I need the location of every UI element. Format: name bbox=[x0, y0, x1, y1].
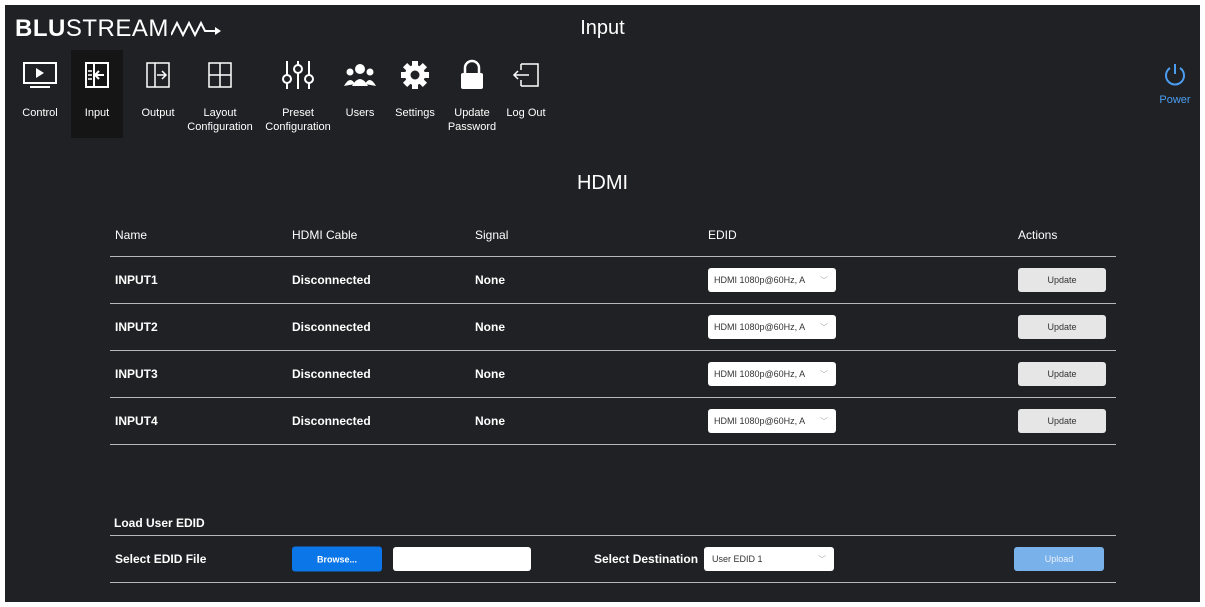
layout-grid-icon bbox=[207, 50, 233, 100]
upload-button[interactable]: Upload bbox=[1014, 547, 1104, 571]
power-button[interactable]: Power bbox=[1155, 62, 1195, 106]
column-header-signal: Signal bbox=[470, 213, 703, 257]
nav-label: Preset Configuration bbox=[265, 107, 331, 133]
destination-select[interactable]: User EDID 1 ﹀ bbox=[704, 547, 834, 571]
hdmi-cable-status: Disconnected bbox=[287, 256, 470, 304]
signal-status: None bbox=[470, 256, 703, 304]
update-button[interactable]: Update bbox=[1018, 268, 1106, 292]
nav-label: Log Out bbox=[506, 107, 546, 119]
hdmi-cable-status: Disconnected bbox=[287, 350, 470, 398]
power-label: Power bbox=[1159, 94, 1191, 106]
table-header-row: Name HDMI Cable Signal EDID Actions bbox=[110, 213, 1116, 257]
nav-item-input[interactable]: Input bbox=[71, 50, 123, 138]
lock-icon bbox=[459, 50, 485, 100]
load-edid-row: Select EDID File Browse... Select Destin… bbox=[110, 536, 1116, 582]
column-header-hdmi-cable: HDMI Cable bbox=[287, 213, 470, 257]
divider bbox=[110, 582, 1116, 583]
input-icon bbox=[84, 50, 110, 100]
table-row: INPUT1 Disconnected None HDMI 1080p@60Hz… bbox=[110, 256, 1116, 304]
signal-status: None bbox=[470, 303, 703, 351]
update-button[interactable]: Update bbox=[1018, 409, 1106, 433]
chevron-down-icon: ﹀ bbox=[820, 276, 828, 285]
sliders-icon bbox=[281, 50, 315, 100]
hdmi-input-table: Name HDMI Cable Signal EDID Actions INPU… bbox=[110, 213, 1116, 445]
update-button[interactable]: Update bbox=[1018, 315, 1106, 339]
hdmi-cable-status: Disconnected bbox=[287, 303, 470, 351]
load-user-edid-title: Load User EDID bbox=[114, 516, 205, 530]
power-icon bbox=[1165, 64, 1185, 86]
chevron-down-icon: ﹀ bbox=[820, 417, 828, 426]
chevron-down-icon: ﹀ bbox=[818, 555, 826, 564]
nav-item-preset-configuration[interactable]: Preset Configuration bbox=[263, 50, 333, 138]
column-header-name: Name bbox=[110, 213, 287, 257]
edid-select[interactable]: HDMI 1080p@60Hz, A ﹀ bbox=[708, 409, 836, 433]
edid-select[interactable]: HDMI 1080p@60Hz, A ﹀ bbox=[708, 315, 836, 339]
nav-item-control[interactable]: Control bbox=[15, 50, 65, 138]
edid-select[interactable]: HDMI 1080p@60Hz, A ﹀ bbox=[708, 362, 836, 386]
nav-label: Update Password bbox=[447, 107, 497, 133]
select-destination-label: Select Destination bbox=[594, 552, 699, 566]
input-name: INPUT3 bbox=[110, 350, 287, 398]
table-row: INPUT4 Disconnected None HDMI 1080p@60Hz… bbox=[110, 397, 1116, 445]
edid-file-field[interactable] bbox=[393, 547, 531, 571]
browse-button[interactable]: Browse... bbox=[292, 546, 382, 572]
section-title: HDMI bbox=[576, 172, 629, 194]
app-window: BLU STREAM Input Control Input Output La… bbox=[5, 5, 1200, 602]
nav-item-update-password[interactable]: Update Password bbox=[446, 50, 498, 138]
nav-label: Settings bbox=[395, 107, 435, 119]
nav-label: Output bbox=[141, 107, 175, 119]
nav-label: Layout Configuration bbox=[187, 107, 253, 133]
edid-select[interactable]: HDMI 1080p@60Hz, A ﹀ bbox=[708, 268, 836, 292]
gear-icon bbox=[400, 50, 430, 100]
chevron-down-icon: ﹀ bbox=[820, 370, 828, 379]
update-button[interactable]: Update bbox=[1018, 362, 1106, 386]
signal-status: None bbox=[470, 397, 703, 445]
logout-icon bbox=[511, 50, 541, 100]
table-row: INPUT3 Disconnected None HDMI 1080p@60Hz… bbox=[110, 350, 1116, 398]
signal-status: None bbox=[470, 350, 703, 398]
play-icon bbox=[22, 50, 58, 100]
nav-label: Control bbox=[22, 107, 58, 119]
output-icon bbox=[145, 50, 171, 100]
nav-item-users[interactable]: Users bbox=[340, 50, 380, 138]
column-header-edid: EDID bbox=[703, 213, 1013, 257]
input-name: INPUT1 bbox=[110, 256, 287, 304]
column-header-actions: Actions bbox=[1013, 213, 1116, 257]
input-name: INPUT2 bbox=[110, 303, 287, 351]
nav-item-settings[interactable]: Settings bbox=[392, 50, 438, 138]
input-name: INPUT4 bbox=[110, 397, 287, 445]
users-icon bbox=[343, 50, 377, 100]
nav-item-log-out[interactable]: Log Out bbox=[505, 50, 547, 138]
page-title: Input bbox=[580, 17, 625, 39]
table-row: INPUT2 Disconnected None HDMI 1080p@60Hz… bbox=[110, 303, 1116, 351]
select-edid-file-label: Select EDID File bbox=[115, 552, 207, 566]
chevron-down-icon: ﹀ bbox=[820, 323, 828, 332]
hdmi-cable-status: Disconnected bbox=[287, 397, 470, 445]
nav-item-output[interactable]: Output bbox=[133, 50, 183, 138]
nav-label: Input bbox=[84, 107, 110, 119]
nav-item-layout-configuration[interactable]: Layout Configuration bbox=[185, 50, 255, 138]
nav-label: Users bbox=[345, 107, 375, 119]
